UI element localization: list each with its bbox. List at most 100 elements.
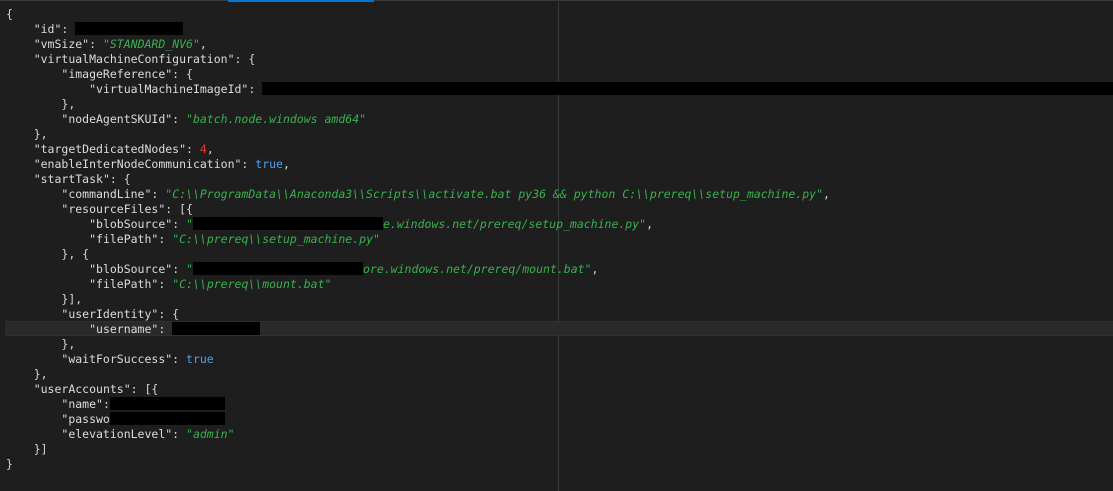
json-key: "startTask" xyxy=(33,172,110,186)
code-line: "blobSource": " ore.windows.net/prereq/mo… xyxy=(6,262,1113,277)
json-key: "filePath" xyxy=(89,232,159,246)
json-punctuation: , xyxy=(591,262,599,276)
json-number-value: 4 xyxy=(199,142,207,156)
code-line: }, xyxy=(6,367,1113,382)
code-line: "enableInterNodeCommunication": true, xyxy=(6,157,1113,172)
json-key: "commandLine" xyxy=(61,187,152,201)
redacted-value xyxy=(109,412,225,425)
code-line: "elevationLevel": "admin" xyxy=(6,427,1113,442)
code-line: "blobSource": " e.windows.net/prereq/setu… xyxy=(6,217,1113,232)
json-punctuation: : xyxy=(172,352,187,366)
json-punctuation: }, xyxy=(61,337,76,351)
json-punctuation: : xyxy=(89,37,103,51)
json-punctuation: , xyxy=(282,157,290,171)
json-punctuation: : xyxy=(158,277,173,291)
json-punctuation: : { xyxy=(234,52,256,66)
json-punctuation: : xyxy=(186,142,200,156)
json-punctuation: }], xyxy=(61,292,83,306)
json-string-value: ore.windows.net/prereq/mount.bat" xyxy=(362,262,592,276)
json-code-editor[interactable]: { "id": "vmSize": "STANDARD_NV6", "virtu… xyxy=(6,7,1113,472)
redacted-value xyxy=(75,22,184,35)
json-punctuation: }] xyxy=(33,442,48,456)
code-line: "resourceFiles": [{ xyxy=(6,202,1113,217)
json-punctuation: : [{ xyxy=(165,202,193,216)
json-string-value: "batch.node.windows amd64" xyxy=(186,112,367,126)
code-line: "imageReference": { xyxy=(6,67,1113,82)
json-punctuation: }, xyxy=(33,127,48,141)
json-key: "vmSize" xyxy=(33,37,90,51)
redacted-value xyxy=(109,397,225,410)
json-punctuation: }, xyxy=(61,97,76,111)
json-key: "resourceFiles" xyxy=(61,202,166,216)
json-key: "filePath" xyxy=(89,277,159,291)
json-string-value: "STANDARD_NV6" xyxy=(102,37,200,51)
redacted-value xyxy=(192,217,383,230)
json-punctuation: : xyxy=(158,322,173,336)
code-line: }, { xyxy=(6,247,1113,262)
json-punctuation: : { xyxy=(158,307,180,321)
json-punctuation: , xyxy=(206,142,214,156)
code-line: { xyxy=(6,7,1113,22)
json-punctuation: , xyxy=(823,187,830,201)
json-string-value: " xyxy=(186,217,193,231)
code-line: }], xyxy=(6,292,1113,307)
code-line: "virtualMachineImageId": xyxy=(6,82,1113,97)
code-line: }] xyxy=(6,442,1113,457)
json-punctuation: : { xyxy=(172,67,193,81)
code-line: "passwo xyxy=(6,412,1113,427)
json-key: "nodeAgentSKUId" xyxy=(61,112,173,126)
code-line: }, xyxy=(6,337,1113,352)
json-key: "elevationLevel" xyxy=(61,427,173,441)
json-string-value: "admin" xyxy=(186,427,235,441)
json-punctuation: : { xyxy=(109,172,131,186)
active-tab-indicator xyxy=(228,0,374,2)
json-string-value: "C:\\prereq\\setup_machine.py" xyxy=(172,232,380,246)
json-key: "userAccounts" xyxy=(33,382,131,396)
json-punctuation: , xyxy=(199,37,207,51)
json-punctuation: : xyxy=(172,217,187,231)
code-line: "vmSize": "STANDARD_NV6", xyxy=(6,37,1113,52)
json-punctuation: : xyxy=(158,232,173,246)
json-key: "enableInterNodeCommunication" xyxy=(33,157,242,171)
json-string-value: e.windows.net/prereq/setup_machine.py" xyxy=(382,217,647,231)
code-line: }, xyxy=(6,127,1113,142)
json-punctuation: , xyxy=(646,217,654,231)
json-punctuation: : xyxy=(172,112,187,126)
json-punctuation: } xyxy=(6,457,13,471)
json-key: "blobSource" xyxy=(89,262,173,276)
code-line: "username": xyxy=(6,322,1113,337)
code-line: "virtualMachineConfiguration": { xyxy=(6,52,1113,67)
json-punctuation: : xyxy=(248,82,263,96)
json-punctuation: { xyxy=(6,7,13,21)
code-line: "userIdentity": { xyxy=(6,307,1113,322)
code-line: "commandLine": "C:\\ProgramData\\Anacond… xyxy=(6,187,1113,202)
code-line: "filePath": "C:\\prereq\\setup_machine.p… xyxy=(6,232,1113,247)
json-punctuation: }, { xyxy=(61,247,90,261)
json-punctuation: : xyxy=(172,262,187,276)
code-line: "startTask": { xyxy=(6,172,1113,187)
json-key: "id" xyxy=(33,22,62,36)
redacted-value xyxy=(192,262,363,275)
json-punctuation: }, xyxy=(33,367,48,381)
json-key: "passwo xyxy=(61,412,110,426)
code-line: "waitForSuccess": true xyxy=(6,352,1113,367)
code-line: "userAccounts": [{ xyxy=(6,382,1113,397)
json-key: "targetDedicatedNodes" xyxy=(33,142,187,156)
editor-top-border xyxy=(0,0,1113,1)
json-key: "virtualMachineConfiguration" xyxy=(33,52,235,66)
json-key: "userIdentity" xyxy=(61,307,159,321)
code-line: "name": xyxy=(6,397,1113,412)
json-string-value: "C:\\prereq\\mount.bat" xyxy=(172,277,332,291)
json-punctuation: : xyxy=(241,157,256,171)
json-punctuation: : xyxy=(172,427,187,441)
json-boolean-value: true xyxy=(255,157,283,171)
code-line: } xyxy=(6,457,1113,472)
code-line: }, xyxy=(6,97,1113,112)
json-punctuation: : xyxy=(102,397,110,411)
json-key: "waitForSuccess" xyxy=(61,352,173,366)
json-string-value: " xyxy=(186,262,193,276)
redacted-value xyxy=(172,322,261,335)
redacted-value xyxy=(262,82,1113,95)
code-line: "nodeAgentSKUId": "batch.node.windows am… xyxy=(6,112,1113,127)
json-punctuation: : [{ xyxy=(130,382,159,396)
